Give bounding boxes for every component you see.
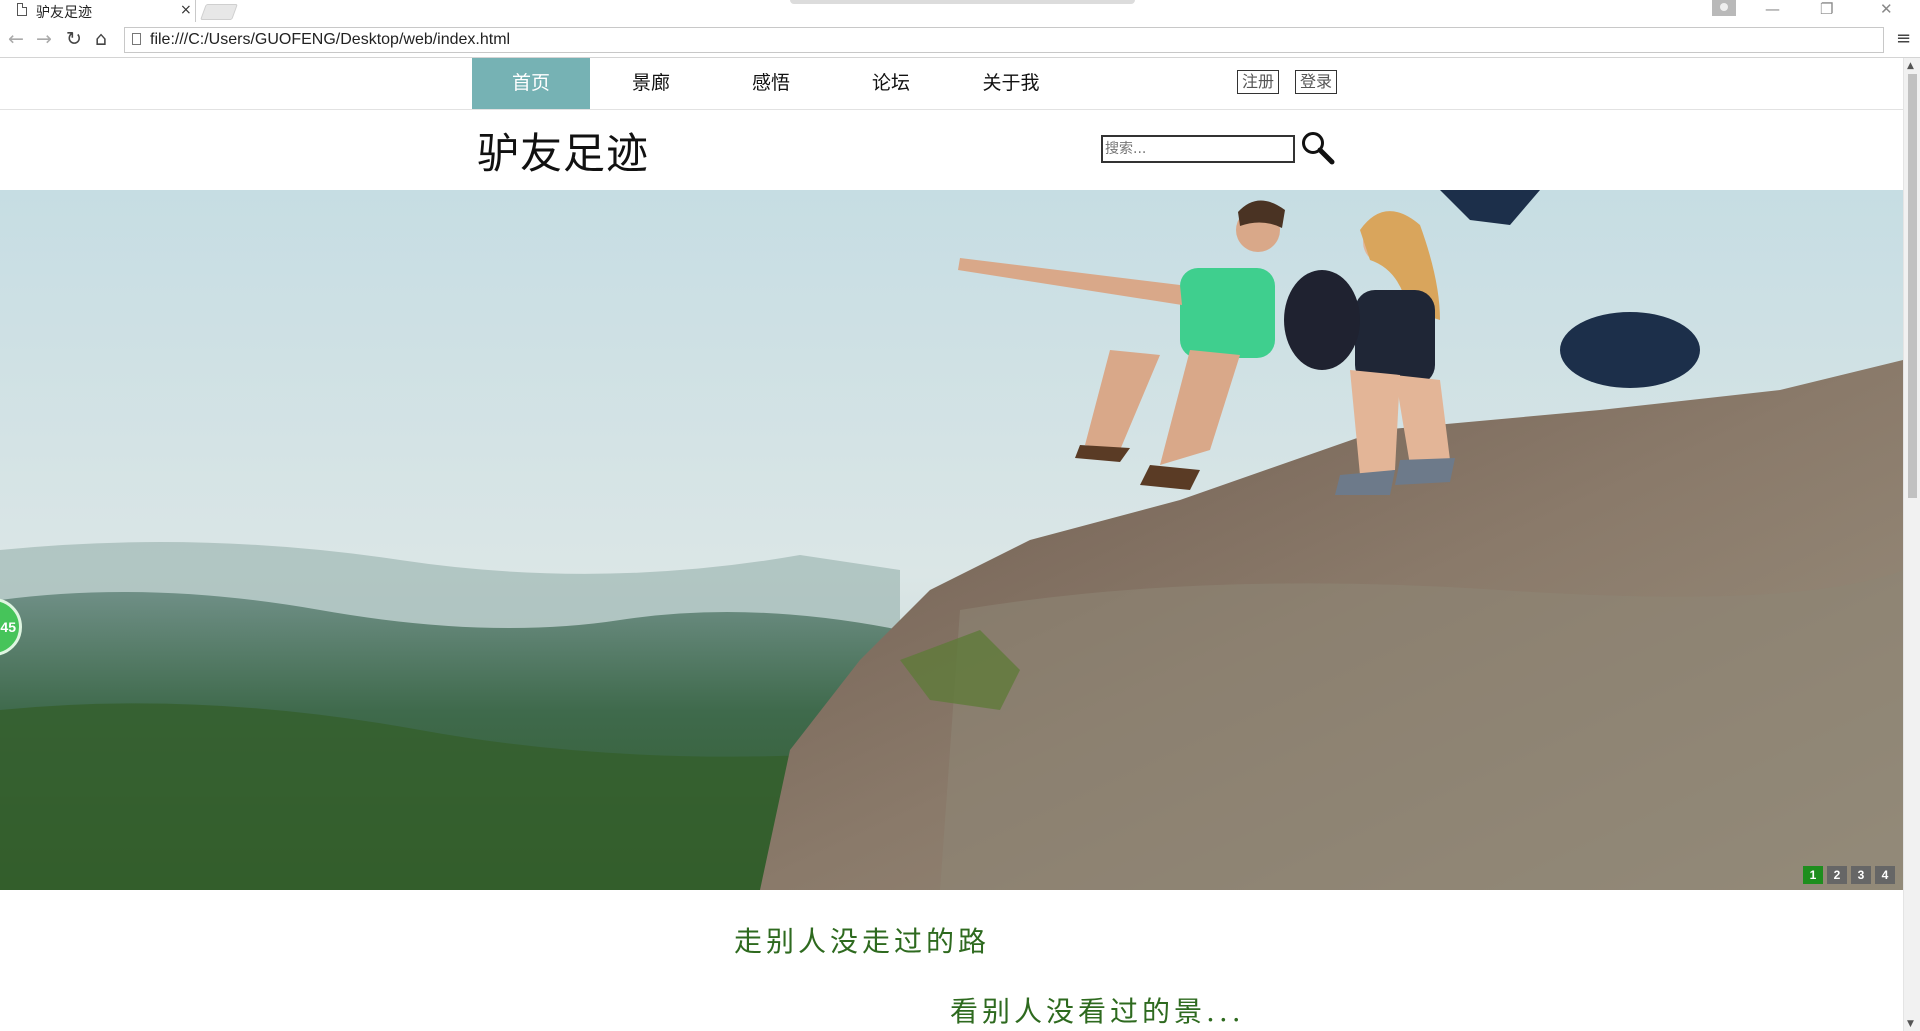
forward-icon[interactable]: → xyxy=(36,28,52,50)
slider-pagination: 1 2 3 4 xyxy=(1803,866,1895,884)
scroll-up-arrow-icon[interactable]: ▲ xyxy=(1907,61,1914,71)
browser-tabstrip: 驴友足迹 × — ❐ ✕ xyxy=(0,0,1920,22)
address-bar-row: ← → ↻ ⌂ file:///C:/Users/GUOFENG/Desktop… xyxy=(0,22,1920,58)
user-profile-icon[interactable] xyxy=(1712,0,1736,16)
restore-icon[interactable]: ❐ xyxy=(1820,0,1833,18)
slider-dot-3[interactable]: 3 xyxy=(1851,866,1871,884)
register-button[interactable]: 注册 xyxy=(1237,70,1280,94)
back-icon[interactable]: ← xyxy=(8,28,24,50)
scroll-down-arrow-icon[interactable]: ▼ xyxy=(1907,1019,1914,1029)
search-input[interactable] xyxy=(1101,135,1295,163)
slider-dot-1[interactable]: 1 xyxy=(1803,866,1823,884)
search-icon[interactable] xyxy=(1300,130,1336,166)
browser-tab[interactable]: 驴友足迹 × xyxy=(0,0,196,22)
url-field[interactable]: file:///C:/Users/GUOFENG/Desktop/web/ind… xyxy=(124,27,1884,53)
tab-strip-notch xyxy=(790,0,1135,4)
nav-item-about[interactable]: 关于我 xyxy=(952,58,1070,109)
nav-item-home[interactable]: 首页 xyxy=(472,58,590,109)
page-viewport: 首页 景廊 感悟 论坛 关于我 注册 登录 驴友足迹 搜索... 1 2 3 4… xyxy=(0,58,1920,1031)
login-button[interactable]: 登录 xyxy=(1295,70,1338,94)
browser-menu-icon[interactable]: ≡ xyxy=(1896,28,1911,49)
page-scrollbar[interactable]: ▲ ▼ xyxy=(1903,58,1920,1031)
slider-dot-4[interactable]: 4 xyxy=(1875,866,1895,884)
tab-title: 驴友足迹 xyxy=(36,5,92,21)
minimize-icon[interactable]: — xyxy=(1765,0,1780,18)
hero-photo xyxy=(0,190,1903,890)
hero-banner: 1 2 3 4 xyxy=(0,190,1903,890)
site-nav: 首页 景廊 感悟 论坛 关于我 注册 登录 xyxy=(0,58,1903,110)
file-icon xyxy=(132,33,141,45)
window-close-icon[interactable]: ✕ xyxy=(1880,0,1893,18)
slogan-line-1: 走别人没走过的路 xyxy=(734,925,991,958)
url-text: file:///C:/Users/GUOFENG/Desktop/web/ind… xyxy=(150,31,511,48)
nav-item-insights[interactable]: 感悟 xyxy=(712,58,830,109)
scrollbar-thumb[interactable] xyxy=(1908,74,1917,498)
tab-close-icon[interactable]: × xyxy=(180,2,192,18)
site-logo[interactable]: 驴友足迹 xyxy=(477,120,649,181)
nav-item-forum[interactable]: 论坛 xyxy=(832,58,950,109)
home-icon[interactable]: ⌂ xyxy=(95,28,107,50)
reload-icon[interactable]: ↻ xyxy=(66,28,82,50)
new-tab-button[interactable] xyxy=(200,4,238,20)
nav-item-gallery[interactable]: 景廊 xyxy=(592,58,710,109)
page-icon xyxy=(17,3,27,16)
slider-dot-2[interactable]: 2 xyxy=(1827,866,1847,884)
slogan-line-2: 看别人没看过的景... xyxy=(950,995,1245,1028)
